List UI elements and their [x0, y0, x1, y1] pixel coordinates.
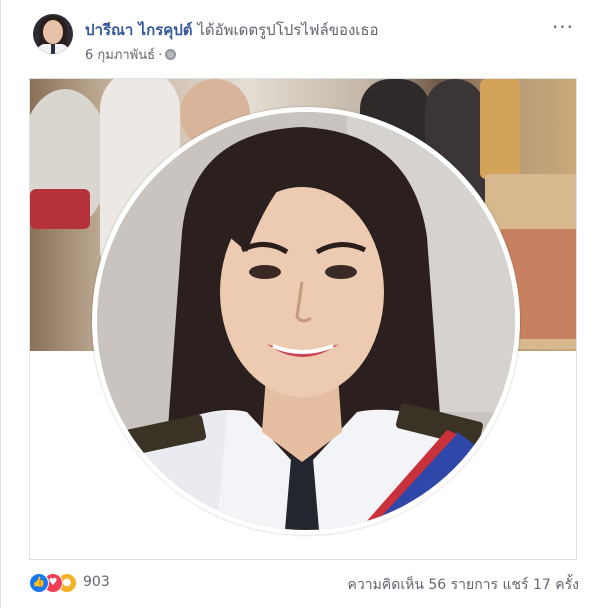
- post-meta: 6 กุมภาพันธ์ ·: [85, 44, 177, 65]
- reaction-count[interactable]: 903: [83, 574, 110, 590]
- post-header: ปารีณา ไกรคุปต์ ได้อัพเดตรูปโปรไฟล์ของเธ…: [33, 14, 580, 66]
- profile-picture: [92, 107, 520, 535]
- post-card: ปารีณา ไกรคุปต์ ได้อัพเดตรูปโปรไฟล์ของเธ…: [0, 0, 590, 608]
- author-name-link[interactable]: ปารีณา ไกรคุปต์: [85, 21, 193, 39]
- author-avatar[interactable]: [33, 14, 73, 54]
- ellipsis-icon[interactable]: ···: [550, 17, 576, 40]
- comments-count-link[interactable]: ความคิดเห็น 56 รายการ: [348, 577, 499, 593]
- post-timestamp[interactable]: 6 กุมภาพันธ์: [85, 48, 155, 63]
- post-footer: 👍 ♥ ● 903 ความคิดเห็น 56 รายการ แชร์ 17 …: [29, 570, 579, 598]
- engagement-stats: ความคิดเห็น 56 รายการ แชร์ 17 ครั้ง: [348, 574, 579, 596]
- like-icon: 👍: [29, 573, 49, 593]
- globe-icon[interactable]: [165, 49, 177, 60]
- post-action-text: ได้อัพเดตรูปโปรไฟล์ของเธอ: [197, 21, 379, 39]
- profile-photo-attachment[interactable]: [29, 78, 577, 560]
- portrait-illustration: [97, 112, 515, 530]
- meta-separator: ·: [158, 48, 163, 63]
- post-title-line: ปารีณา ไกรคุปต์ ได้อัพเดตรูปโปรไฟล์ของเธ…: [85, 18, 379, 42]
- shares-count-link[interactable]: แชร์ 17 ครั้ง: [503, 577, 579, 593]
